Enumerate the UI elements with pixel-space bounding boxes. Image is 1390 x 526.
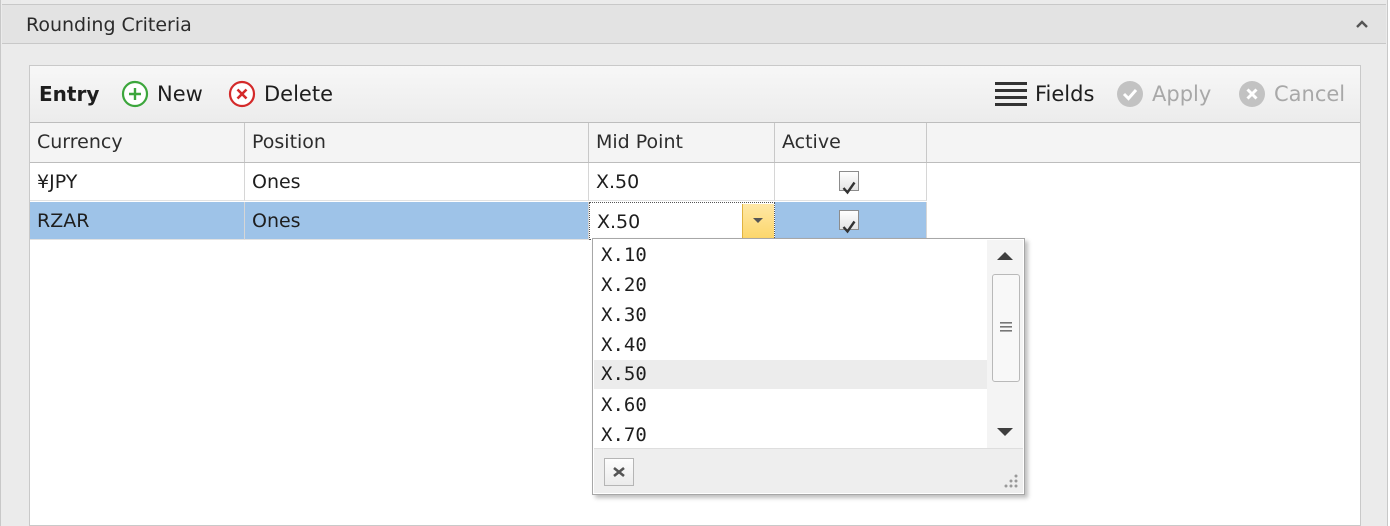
currency-cell[interactable]: RZAR: [30, 202, 245, 240]
dropdown-option[interactable]: X.10: [594, 241, 988, 270]
toolbar: Entry New Delete Fields Apply Cancel: [30, 66, 1360, 123]
active-checkbox[interactable]: [839, 171, 859, 195]
dropdown-button[interactable]: [742, 204, 774, 239]
table-row[interactable]: ¥JPY Ones X.50: [30, 163, 927, 201]
fields-button[interactable]: Fields: [995, 79, 1094, 109]
dropdown-option[interactable]: X.70: [594, 421, 988, 450]
group-title: Rounding Criteria: [26, 14, 192, 36]
scrollbar-thumb[interactable]: [992, 274, 1020, 382]
scroll-down-icon[interactable]: [996, 426, 1014, 438]
chevron-up-icon[interactable]: [1354, 17, 1370, 31]
column-header-active[interactable]: Active: [775, 123, 927, 162]
apply-button[interactable]: Apply: [1116, 79, 1211, 109]
delete-circle-icon: [228, 80, 256, 108]
clear-button[interactable]: [604, 458, 634, 486]
checkmark-icon: [842, 181, 856, 195]
delete-button-label: Delete: [264, 82, 333, 106]
active-cell[interactable]: [775, 202, 927, 240]
entry-label: Entry: [39, 82, 100, 106]
fields-button-label: Fields: [1035, 82, 1095, 106]
group-header[interactable]: Rounding Criteria: [2, 4, 1386, 44]
new-button-label: New: [157, 82, 203, 106]
dropdown-option[interactable]: X.20: [594, 271, 988, 300]
dropdown-option[interactable]: X.40: [594, 331, 988, 360]
currency-cell[interactable]: ¥JPY: [30, 163, 245, 201]
cancel-button-label: Cancel: [1274, 82, 1346, 106]
mid-point-cell[interactable]: X.50: [589, 163, 775, 201]
column-header-position[interactable]: Position: [245, 123, 589, 162]
cancel-circle-icon: [1239, 81, 1265, 107]
column-header-currency[interactable]: Currency: [30, 123, 245, 162]
list-lines-icon: [995, 82, 1027, 106]
column-header-mid-point[interactable]: Mid Point: [589, 123, 775, 162]
dropdown-scrollbar[interactable]: [987, 240, 1023, 448]
close-icon: [613, 466, 625, 478]
add-circle-icon: [121, 80, 149, 108]
table-row-selected[interactable]: RZAR Ones X.50: [30, 202, 927, 240]
mid-point-editor[interactable]: X.50: [589, 202, 775, 240]
position-cell[interactable]: Ones: [245, 163, 589, 201]
grip-lines-icon: [1000, 322, 1012, 332]
apply-button-label: Apply: [1152, 82, 1212, 106]
dropdown-option[interactable]: X.30: [594, 301, 988, 330]
rounding-criteria-panel: Rounding Criteria Entry New Delete Field…: [0, 0, 1388, 526]
scroll-up-icon[interactable]: [996, 250, 1014, 262]
active-checkbox[interactable]: [839, 210, 859, 234]
mid-point-dropdown-list[interactable]: X.10 X.20 X.30 X.40 X.50 X.60 X.70: [592, 238, 1025, 495]
cancel-button[interactable]: Cancel: [1238, 79, 1345, 109]
resize-grip-icon[interactable]: [1001, 471, 1019, 489]
checkmark-icon: [842, 220, 856, 234]
new-button[interactable]: New: [121, 79, 203, 109]
grid-header: Currency Position Mid Point Active: [30, 123, 1360, 163]
dropdown-option-highlighted[interactable]: X.50: [594, 360, 988, 389]
dropdown-option[interactable]: X.60: [594, 391, 988, 420]
mid-point-editor-value: X.50: [597, 211, 641, 233]
delete-button[interactable]: Delete: [228, 79, 333, 109]
position-cell[interactable]: Ones: [245, 202, 589, 240]
dropdown-footer: [594, 448, 1023, 493]
dropdown-arrow-icon: [753, 218, 763, 223]
active-cell[interactable]: [775, 163, 927, 201]
check-circle-icon: [1117, 81, 1143, 107]
